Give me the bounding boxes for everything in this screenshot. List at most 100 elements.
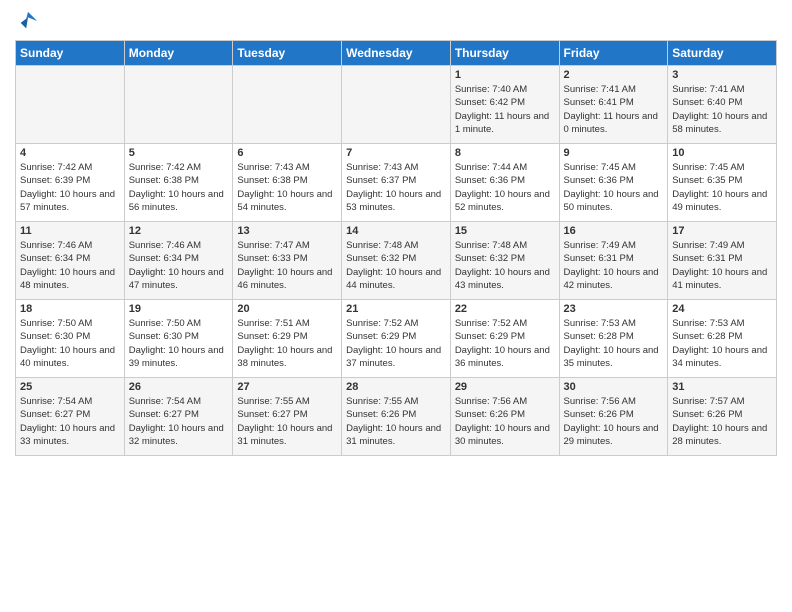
day-info: Sunrise: 7:57 AM Sunset: 6:26 PM Dayligh… [672, 395, 772, 448]
day-number: 1 [455, 69, 555, 81]
calendar-week-2: 11 Sunrise: 7:46 AM Sunset: 6:34 PM Dayli… [16, 222, 777, 300]
calendar-cell: 24 Sunrise: 7:53 AM Sunset: 6:28 PM Dayli… [668, 300, 777, 378]
day-info: Sunrise: 7:44 AM Sunset: 6:36 PM Dayligh… [455, 161, 555, 214]
day-info: Sunrise: 7:43 AM Sunset: 6:37 PM Dayligh… [346, 161, 446, 214]
day-number: 7 [346, 147, 446, 159]
day-number: 9 [564, 147, 664, 159]
day-info: Sunrise: 7:47 AM Sunset: 6:33 PM Dayligh… [237, 239, 337, 292]
calendar-cell: 19 Sunrise: 7:50 AM Sunset: 6:30 PM Dayli… [124, 300, 233, 378]
logo-text [15, 10, 39, 32]
day-info: Sunrise: 7:50 AM Sunset: 6:30 PM Dayligh… [129, 317, 229, 370]
calendar-cell: 1Sunrise: 7:40 AM Sunset: 6:42 PM Daylig… [450, 66, 559, 144]
calendar-cell: 25 Sunrise: 7:54 AM Sunset: 6:27 PM Dayli… [16, 378, 125, 456]
calendar-cell: 10Sunrise: 7:45 AM Sunset: 6:35 PM Dayli… [668, 144, 777, 222]
calendar-cell: 31 Sunrise: 7:57 AM Sunset: 6:26 PM Dayli… [668, 378, 777, 456]
day-number: 16 [564, 225, 664, 237]
calendar-cell: 9 Sunrise: 7:45 AM Sunset: 6:36 PM Daylig… [559, 144, 668, 222]
day-number: 20 [237, 303, 337, 315]
day-info: Sunrise: 7:49 AM Sunset: 6:31 PM Dayligh… [672, 239, 772, 292]
day-info: Sunrise: 7:53 AM Sunset: 6:28 PM Dayligh… [672, 317, 772, 370]
calendar-cell: 17 Sunrise: 7:49 AM Sunset: 6:31 PM Dayli… [668, 222, 777, 300]
calendar-cell: 13Sunrise: 7:47 AM Sunset: 6:33 PM Dayli… [233, 222, 342, 300]
day-info: Sunrise: 7:45 AM Sunset: 6:36 PM Dayligh… [564, 161, 664, 214]
day-number: 18 [20, 303, 120, 315]
day-info: Sunrise: 7:46 AM Sunset: 6:34 PM Dayligh… [129, 239, 229, 292]
day-info: Sunrise: 7:52 AM Sunset: 6:29 PM Dayligh… [346, 317, 446, 370]
day-info: Sunrise: 7:42 AM Sunset: 6:38 PM Dayligh… [129, 161, 229, 214]
day-info: Sunrise: 7:52 AM Sunset: 6:29 PM Dayligh… [455, 317, 555, 370]
day-info: Sunrise: 7:41 AM Sunset: 6:40 PM Dayligh… [672, 83, 772, 136]
calendar-cell: 22 Sunrise: 7:52 AM Sunset: 6:29 PM Dayli… [450, 300, 559, 378]
calendar-cell: 7 Sunrise: 7:43 AM Sunset: 6:37 PM Daylig… [342, 144, 451, 222]
calendar-cell: 29 Sunrise: 7:56 AM Sunset: 6:26 PM Dayli… [450, 378, 559, 456]
calendar-cell: 11 Sunrise: 7:46 AM Sunset: 6:34 PM Dayli… [16, 222, 125, 300]
calendar-cell: 27 Sunrise: 7:55 AM Sunset: 6:27 PM Dayli… [233, 378, 342, 456]
calendar-cell [233, 66, 342, 144]
day-info: Sunrise: 7:49 AM Sunset: 6:31 PM Dayligh… [564, 239, 664, 292]
calendar-week-0: 1Sunrise: 7:40 AM Sunset: 6:42 PM Daylig… [16, 66, 777, 144]
day-header-sunday: Sunday [16, 41, 125, 66]
day-number: 24 [672, 303, 772, 315]
day-number: 25 [20, 381, 120, 393]
day-info: Sunrise: 7:56 AM Sunset: 6:26 PM Dayligh… [455, 395, 555, 448]
day-number: 14 [346, 225, 446, 237]
calendar-cell: 20 Sunrise: 7:51 AM Sunset: 6:29 PM Dayli… [233, 300, 342, 378]
calendar-week-3: 18 Sunrise: 7:50 AM Sunset: 6:30 PM Dayli… [16, 300, 777, 378]
calendar-cell: 6 Sunrise: 7:43 AM Sunset: 6:38 PM Daylig… [233, 144, 342, 222]
day-number: 8 [455, 147, 555, 159]
day-number: 27 [237, 381, 337, 393]
calendar-cell: 28 Sunrise: 7:55 AM Sunset: 6:26 PM Dayli… [342, 378, 451, 456]
calendar-table: SundayMondayTuesdayWednesdayThursdayFrid… [15, 40, 777, 456]
day-number: 26 [129, 381, 229, 393]
day-info: Sunrise: 7:46 AM Sunset: 6:34 PM Dayligh… [20, 239, 120, 292]
calendar-cell: 4 Sunrise: 7:42 AM Sunset: 6:39 PM Daylig… [16, 144, 125, 222]
calendar-cell: 5 Sunrise: 7:42 AM Sunset: 6:38 PM Daylig… [124, 144, 233, 222]
calendar-cell: 16 Sunrise: 7:49 AM Sunset: 6:31 PM Dayli… [559, 222, 668, 300]
day-number: 2 [564, 69, 664, 81]
day-header-friday: Friday [559, 41, 668, 66]
day-info: Sunrise: 7:48 AM Sunset: 6:32 PM Dayligh… [455, 239, 555, 292]
calendar-week-4: 25 Sunrise: 7:54 AM Sunset: 6:27 PM Dayli… [16, 378, 777, 456]
day-info: Sunrise: 7:55 AM Sunset: 6:26 PM Dayligh… [346, 395, 446, 448]
day-header-tuesday: Tuesday [233, 41, 342, 66]
calendar-cell [16, 66, 125, 144]
day-info: Sunrise: 7:41 AM Sunset: 6:41 PM Dayligh… [564, 83, 664, 136]
day-number: 12 [129, 225, 229, 237]
day-number: 4 [20, 147, 120, 159]
calendar-cell: 26 Sunrise: 7:54 AM Sunset: 6:27 PM Dayli… [124, 378, 233, 456]
header [15, 10, 777, 32]
day-header-monday: Monday [124, 41, 233, 66]
day-info: Sunrise: 7:54 AM Sunset: 6:27 PM Dayligh… [129, 395, 229, 448]
calendar-cell: 14Sunrise: 7:48 AM Sunset: 6:32 PM Dayli… [342, 222, 451, 300]
calendar-cell: 3Sunrise: 7:41 AM Sunset: 6:40 PM Daylig… [668, 66, 777, 144]
day-info: Sunrise: 7:43 AM Sunset: 6:38 PM Dayligh… [237, 161, 337, 214]
calendar-cell: 15 Sunrise: 7:48 AM Sunset: 6:32 PM Dayli… [450, 222, 559, 300]
logo [15, 10, 39, 32]
day-info: Sunrise: 7:50 AM Sunset: 6:30 PM Dayligh… [20, 317, 120, 370]
day-number: 11 [20, 225, 120, 237]
day-number: 22 [455, 303, 555, 315]
calendar-cell: 8 Sunrise: 7:44 AM Sunset: 6:36 PM Daylig… [450, 144, 559, 222]
day-number: 28 [346, 381, 446, 393]
day-info: Sunrise: 7:53 AM Sunset: 6:28 PM Dayligh… [564, 317, 664, 370]
day-number: 15 [455, 225, 555, 237]
day-header-thursday: Thursday [450, 41, 559, 66]
day-number: 30 [564, 381, 664, 393]
day-info: Sunrise: 7:56 AM Sunset: 6:26 PM Dayligh… [564, 395, 664, 448]
day-info: Sunrise: 7:51 AM Sunset: 6:29 PM Dayligh… [237, 317, 337, 370]
day-number: 10 [672, 147, 772, 159]
day-number: 19 [129, 303, 229, 315]
day-number: 6 [237, 147, 337, 159]
day-info: Sunrise: 7:42 AM Sunset: 6:39 PM Dayligh… [20, 161, 120, 214]
calendar-header-row: SundayMondayTuesdayWednesdayThursdayFrid… [16, 41, 777, 66]
page: SundayMondayTuesdayWednesdayThursdayFrid… [0, 0, 792, 466]
calendar-cell: 21Sunrise: 7:52 AM Sunset: 6:29 PM Dayli… [342, 300, 451, 378]
day-info: Sunrise: 7:54 AM Sunset: 6:27 PM Dayligh… [20, 395, 120, 448]
day-number: 5 [129, 147, 229, 159]
day-info: Sunrise: 7:55 AM Sunset: 6:27 PM Dayligh… [237, 395, 337, 448]
calendar-cell [342, 66, 451, 144]
day-number: 29 [455, 381, 555, 393]
day-number: 17 [672, 225, 772, 237]
calendar-cell: 30 Sunrise: 7:56 AM Sunset: 6:26 PM Dayli… [559, 378, 668, 456]
day-number: 31 [672, 381, 772, 393]
